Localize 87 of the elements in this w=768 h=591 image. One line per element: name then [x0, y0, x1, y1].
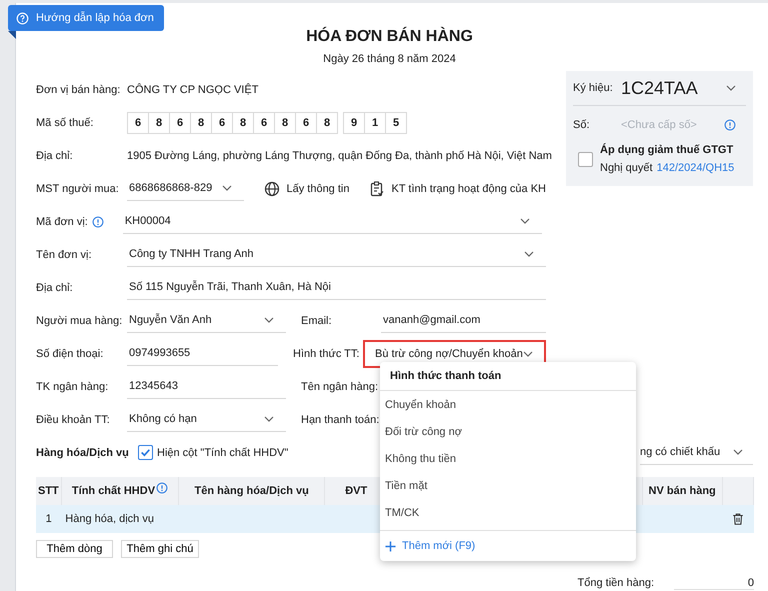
digit-cell: 9: [343, 112, 365, 134]
digit-cell: 1: [364, 112, 386, 134]
field-label: Ký hiệu:: [573, 82, 614, 94]
clipboard-icon: [369, 180, 386, 196]
field-label: Mã đơn vị:: [36, 216, 88, 228]
chevron-icon: [522, 350, 533, 356]
invoice-date: Ngày 26 tháng 8 năm 2024: [322, 52, 457, 67]
input-field[interactable]: 0974993655: [127, 342, 278, 366]
column-header: Tên hàng hóa/Dịch vụ: [178, 477, 325, 505]
plus-icon: [385, 540, 396, 552]
discount-select[interactable]: ng có chiết khấu: [640, 440, 753, 464]
chevron-icon: [733, 449, 743, 455]
field-label: Số:: [573, 119, 591, 131]
table-cell: 1: [36, 505, 62, 533]
add-new-link[interactable]: Thêm mới (F9): [380, 530, 636, 561]
input-field[interactable]: Không có hạn: [127, 408, 286, 432]
chevron-icon[interactable]: [726, 85, 736, 91]
resolution-label: Nghị quyết: [600, 162, 653, 174]
field-label: Mã số thuế:: [36, 116, 94, 128]
field-label: Người mua hàng:: [36, 314, 124, 326]
column-header: Tính chất HHDV: [61, 477, 179, 505]
digit-cell: 8: [232, 112, 254, 134]
dropdown-header: Hình thức thanh toán: [380, 362, 636, 391]
vat-reduction-label: Áp dụng giảm thuế GTGT: [600, 144, 734, 156]
total-value: 0: [674, 576, 754, 590]
dropdown-option[interactable]: Không thu tiền: [380, 445, 636, 472]
digit-cell: 6: [295, 112, 317, 134]
info-icon: [724, 119, 736, 131]
input-field[interactable]: Nguyễn Văn Anh: [127, 308, 286, 332]
help-icon: [16, 12, 29, 24]
check-status-link[interactable]: KT tình trạng hoạt động của KH: [369, 180, 546, 196]
table-button[interactable]: Thêm dòng: [36, 540, 113, 558]
chevron-icon: [520, 218, 530, 224]
digit-cell: 6: [169, 112, 191, 134]
field-label: Tên ngân hàng:: [301, 380, 380, 392]
dropdown-option[interactable]: Đối trừ công nợ: [380, 418, 636, 445]
symbol-value: 1C24TAA: [621, 78, 698, 98]
field-label: Địa chỉ:: [36, 150, 74, 162]
checkbox[interactable]: [138, 445, 153, 460]
input-field[interactable]: Công ty TNHH Trang Anh: [127, 242, 546, 266]
digit-cell: 5: [385, 112, 407, 134]
field-label: Email:: [301, 314, 333, 326]
tax-code-field[interactable]: 6868686868-829: [127, 176, 244, 200]
field-label: MST người mua:: [36, 182, 120, 194]
info-icon: [156, 482, 168, 494]
resolution-link[interactable]: 142/2024/QH15: [656, 162, 734, 174]
field-label: Hình thức TT:: [293, 348, 360, 360]
chevron-icon: [222, 185, 232, 191]
field-label: TK ngân hàng:: [36, 380, 110, 392]
table-button[interactable]: Thêm ghi chú: [121, 540, 199, 558]
invoice-title: HÓA ĐƠN BÁN HÀNG: [305, 26, 474, 47]
digit-cell: 6: [253, 112, 275, 134]
checkbox-label: Hiện cột "Tính chất HHDV": [157, 446, 288, 458]
section-title: Hàng hóa/Dịch vụ: [36, 446, 130, 458]
table-cell: Hàng hóa, dịch vụ: [65, 513, 154, 525]
field-label: Hạn thanh toán:: [301, 414, 380, 426]
chevron-icon: [264, 317, 274, 323]
digit-cell: 8: [148, 112, 170, 134]
input-field[interactable]: KH00004: [122, 210, 542, 234]
input-field[interactable]: vananh@gmail.com: [381, 308, 546, 332]
field-label: Tên đơn vị:: [36, 248, 93, 260]
digit-cell: 8: [190, 112, 212, 134]
digit-cell: 8: [316, 112, 338, 134]
field-value: CÔNG TY CP NGỌC VIỆT: [127, 84, 258, 96]
field-label: Địa chỉ:: [36, 282, 74, 294]
digit-cell: 6: [211, 112, 233, 134]
digit-cell: 6: [127, 112, 149, 134]
chevron-icon: [264, 416, 274, 422]
column-header: NV bán hàng: [642, 477, 722, 505]
globe-icon: [264, 180, 280, 196]
field-label: Điều khoản TT:: [36, 414, 111, 426]
column-header: STT: [36, 477, 62, 505]
info-icon: [92, 216, 104, 228]
dropdown-option[interactable]: Chuyển khoản: [380, 391, 636, 418]
digit-cell: 8: [274, 112, 296, 134]
help-button[interactable]: Hướng dẫn lập hóa đơn: [8, 5, 164, 31]
input-field[interactable]: Số 115 Nguyễn Trãi, Thanh Xuân, Hà Nội: [127, 276, 546, 300]
trash-icon[interactable]: [730, 512, 745, 526]
field-label: Đơn vị bán hàng:: [36, 84, 122, 96]
chevron-icon: [524, 251, 534, 257]
field-label: Số điện thoại:: [36, 348, 104, 360]
field-value: 1905 Đường Láng, phường Láng Thượng, quận Đống Đa, thành phố Hà Nội, Việt Nam: [127, 150, 552, 162]
checkbox[interactable]: [578, 152, 593, 166]
ribbon-fold: [8, 31, 16, 39]
input-field[interactable]: 12345643: [127, 374, 286, 398]
fetch-info-link[interactable]: Lấy thông tin: [264, 180, 350, 196]
total-label: Tổng tiền hàng:: [578, 577, 654, 589]
